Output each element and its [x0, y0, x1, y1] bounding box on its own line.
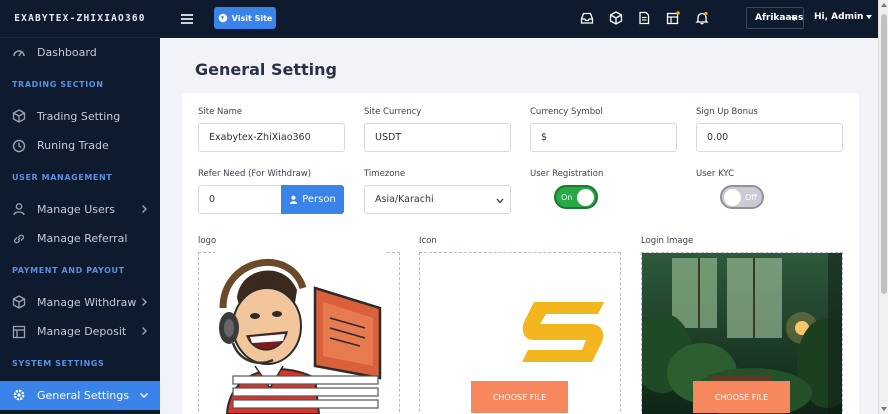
sidebar-item-label: Dashboard [37, 46, 97, 60]
login-image-choose-file-button[interactable]: CHOOSE FILE [693, 381, 790, 413]
toggle-knob [577, 189, 594, 206]
sidebar-item-general-settings[interactable]: General Settings [0, 380, 160, 410]
section-payment: PAYMENT AND PAYOUT [12, 266, 125, 275]
caret-down-icon [791, 17, 797, 21]
timezone-value: Asia/Karachi [375, 194, 434, 205]
document-icon[interactable] [637, 11, 651, 25]
sidebar-item-dashboard[interactable]: Dashboard [0, 38, 160, 68]
toggle-state-label: On [561, 193, 573, 202]
refer-need-input[interactable]: 0 [198, 185, 282, 214]
chevron-right-icon [142, 327, 147, 335]
timezone-select[interactable]: Asia/Karachi [364, 185, 511, 214]
site-name-value: Exabytex-ZhiXiao360 [209, 132, 311, 143]
user-registration-label: User Registration [530, 169, 604, 179]
sidebar-item-label: Manage Users [37, 202, 115, 216]
user-kyc-toggle[interactable]: Off [720, 185, 764, 209]
sign-up-bonus-input[interactable]: 0.00 [696, 123, 843, 152]
site-currency-input[interactable]: USDT [364, 123, 511, 152]
page-scrollbar[interactable] [878, 0, 888, 414]
sidebar-item-label: Manage Deposit [37, 325, 127, 339]
section-user-management: USER MANAGEMENT [12, 173, 113, 182]
site-currency-label: Site Currency [364, 107, 422, 117]
icon-label: Icon [419, 236, 437, 246]
logo-label: logo [198, 236, 217, 246]
timezone-label: Timezone [364, 169, 406, 179]
visit-site-label: Visit Site [231, 13, 273, 23]
scroll-up-icon[interactable] [881, 3, 887, 7]
table-icon[interactable] [666, 11, 680, 25]
sidebar-item-manage-users[interactable]: Manage Users [0, 195, 160, 225]
icon-choose-file-button[interactable]: CHOOSE FILE [471, 381, 568, 413]
sidebar-item-manage-referral[interactable]: Manage Referral [0, 224, 160, 254]
refer-need-label: Refer Need (For Withdraw) [198, 169, 312, 179]
sidebar-item-manage-withdraw[interactable]: Manage Withdraw [0, 288, 160, 318]
hamburger-menu-icon[interactable] [180, 13, 194, 25]
site-name-input[interactable]: Exabytex-ZhiXiao360 [198, 123, 345, 152]
chevron-right-icon [142, 204, 147, 213]
section-system-settings: SYSTEM SETTINGS [12, 359, 105, 368]
login-image-label: Login Image [641, 236, 694, 246]
table-icon [12, 325, 26, 339]
refer-need-value: 0 [209, 194, 216, 205]
caret-down-icon [866, 14, 873, 19]
sidebar-item-runing-trade[interactable]: Runing Trade [0, 131, 160, 161]
sidebar-item-label: Runing Trade [37, 139, 109, 153]
toggle-knob [724, 189, 741, 206]
page-title: General Setting [195, 60, 337, 79]
currency-symbol-value: $ [541, 132, 548, 143]
bell-icon[interactable] [695, 11, 709, 25]
currency-symbol-input[interactable]: $ [530, 123, 677, 152]
section-trading: TRADING SECTION [12, 80, 104, 89]
sidebar-item-label: Trading Setting [37, 109, 121, 123]
brand-logo[interactable]: EXABYTEX-ZHIXIAO360 [0, 0, 160, 38]
language-select[interactable]: Afrikaans [746, 7, 804, 29]
cube-icon [12, 109, 26, 123]
topbar: Visit Site Afrikaans Hi, Admin [160, 0, 878, 38]
sidebar-item-label: General Settings [37, 388, 129, 402]
sidebar-item-label: Manage Withdraw [37, 295, 137, 309]
person-addon: Person [281, 185, 344, 214]
user-menu[interactable]: Hi, Admin [814, 12, 873, 22]
user-greeting: Hi, Admin [814, 12, 864, 22]
sidebar-item-manage-deposit[interactable]: Manage Deposit [0, 317, 160, 347]
user-kyc-label: User KYC [696, 169, 735, 179]
user-icon [290, 195, 298, 204]
cube-icon [12, 295, 26, 309]
user-registration-toggle[interactable]: On [554, 185, 598, 209]
chevron-right-icon [142, 297, 147, 306]
sidebar-nav: Dashboard TRADING SECTION Trading Settin… [0, 38, 160, 410]
logo-preview-image [215, 248, 385, 414]
visit-site-button[interactable]: Visit Site [214, 7, 276, 29]
site-currency-value: USDT [375, 132, 402, 143]
gear-icon [12, 388, 26, 402]
currency-symbol-label: Currency Symbol [530, 107, 603, 117]
scroll-down-icon[interactable] [881, 407, 887, 411]
toggle-state-label: Off [745, 193, 757, 202]
sign-up-bonus-value: 0.00 [707, 132, 729, 143]
sign-up-bonus-label: Sign Up Bonus [696, 107, 758, 117]
icon-preview-image [522, 302, 604, 362]
site-name-label: Site Name [198, 107, 243, 117]
clock-icon [12, 139, 26, 153]
chevron-down-icon [496, 198, 504, 204]
person-addon-label: Person [302, 194, 336, 205]
sidebar: EXABYTEX-ZHIXIAO360 Dashboard TRADING SE… [0, 0, 160, 414]
globe-icon [218, 13, 227, 23]
scrollbar-thumb[interactable] [881, 14, 887, 294]
box-icon[interactable] [609, 11, 623, 25]
inbox-icon[interactable] [580, 11, 594, 25]
link-icon [12, 232, 26, 246]
sidebar-item-trading-setting[interactable]: Trading Setting [0, 102, 160, 132]
dashboard-icon [12, 46, 26, 60]
user-icon [12, 202, 26, 216]
chevron-down-icon [140, 392, 148, 398]
sidebar-item-label: Manage Referral [37, 232, 128, 246]
